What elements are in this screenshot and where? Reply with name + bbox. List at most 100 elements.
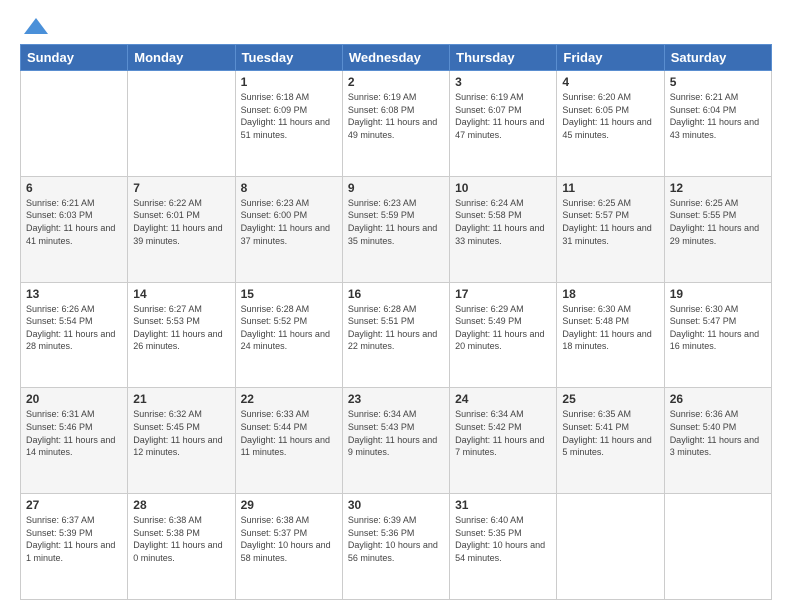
day-number: 25 — [562, 392, 658, 406]
calendar-cell: 25 Sunrise: 6:35 AMSunset: 5:41 PMDayligh… — [557, 388, 664, 494]
calendar-cell — [664, 494, 771, 600]
logo-icon — [22, 16, 50, 38]
day-number: 1 — [241, 75, 337, 89]
day-number: 6 — [26, 181, 122, 195]
calendar-cell: 30 Sunrise: 6:39 AMSunset: 5:36 PMDayligh… — [342, 494, 449, 600]
day-info: Sunrise: 6:38 AMSunset: 5:38 PMDaylight:… — [133, 514, 229, 564]
calendar-cell: 11 Sunrise: 6:25 AMSunset: 5:57 PMDayligh… — [557, 176, 664, 282]
calendar-header-row: SundayMondayTuesdayWednesdayThursdayFrid… — [21, 45, 772, 71]
calendar-week-3: 13Sunrise: 6:26 AMSunset: 5:54 PMDayligh… — [21, 282, 772, 388]
day-number: 2 — [348, 75, 444, 89]
day-number: 8 — [241, 181, 337, 195]
calendar-cell: 20Sunrise: 6:31 AMSunset: 5:46 PMDayligh… — [21, 388, 128, 494]
day-number: 28 — [133, 498, 229, 512]
calendar-week-4: 20Sunrise: 6:31 AMSunset: 5:46 PMDayligh… — [21, 388, 772, 494]
day-number: 17 — [455, 287, 551, 301]
day-info: Sunrise: 6:38 AMSunset: 5:37 PMDaylight:… — [241, 514, 337, 564]
day-number: 14 — [133, 287, 229, 301]
day-info: Sunrise: 6:28 AMSunset: 5:51 PMDaylight:… — [348, 303, 444, 353]
day-info: Sunrise: 6:19 AMSunset: 6:07 PMDaylight:… — [455, 91, 551, 141]
page: SundayMondayTuesdayWednesdayThursdayFrid… — [0, 0, 792, 612]
calendar-week-5: 27Sunrise: 6:37 AMSunset: 5:39 PMDayligh… — [21, 494, 772, 600]
day-number: 22 — [241, 392, 337, 406]
calendar-cell — [557, 494, 664, 600]
day-info: Sunrise: 6:22 AMSunset: 6:01 PMDaylight:… — [133, 197, 229, 247]
calendar-cell: 23 Sunrise: 6:34 AMSunset: 5:43 PMDayligh… — [342, 388, 449, 494]
day-number: 11 — [562, 181, 658, 195]
calendar-cell: 6 Sunrise: 6:21 AMSunset: 6:03 PMDaylight… — [21, 176, 128, 282]
calendar-cell: 7 Sunrise: 6:22 AMSunset: 6:01 PMDaylight… — [128, 176, 235, 282]
calendar-cell: 27Sunrise: 6:37 AMSunset: 5:39 PMDayligh… — [21, 494, 128, 600]
calendar: SundayMondayTuesdayWednesdayThursdayFrid… — [20, 44, 772, 600]
day-number: 16 — [348, 287, 444, 301]
day-info: Sunrise: 6:34 AMSunset: 5:42 PMDaylight:… — [455, 408, 551, 458]
weekday-header-thursday: Thursday — [450, 45, 557, 71]
day-info: Sunrise: 6:27 AMSunset: 5:53 PMDaylight:… — [133, 303, 229, 353]
day-info: Sunrise: 6:36 AMSunset: 5:40 PMDaylight:… — [670, 408, 766, 458]
calendar-cell: 17 Sunrise: 6:29 AMSunset: 5:49 PMDayligh… — [450, 282, 557, 388]
calendar-cell: 26 Sunrise: 6:36 AMSunset: 5:40 PMDayligh… — [664, 388, 771, 494]
calendar-cell: 9Sunrise: 6:23 AMSunset: 5:59 PMDaylight… — [342, 176, 449, 282]
day-number: 7 — [133, 181, 229, 195]
day-info: Sunrise: 6:34 AMSunset: 5:43 PMDaylight:… — [348, 408, 444, 458]
day-number: 4 — [562, 75, 658, 89]
calendar-cell: 31 Sunrise: 6:40 AMSunset: 5:35 PMDayligh… — [450, 494, 557, 600]
day-number: 20 — [26, 392, 122, 406]
day-number: 26 — [670, 392, 766, 406]
day-info: Sunrise: 6:33 AMSunset: 5:44 PMDaylight:… — [241, 408, 337, 458]
calendar-cell: 1 Sunrise: 6:18 AMSunset: 6:09 PMDaylight… — [235, 71, 342, 177]
calendar-cell: 2Sunrise: 6:19 AMSunset: 6:08 PMDaylight… — [342, 71, 449, 177]
day-number: 29 — [241, 498, 337, 512]
calendar-cell: 21Sunrise: 6:32 AMSunset: 5:45 PMDayligh… — [128, 388, 235, 494]
logo — [20, 16, 50, 34]
calendar-cell: 19 Sunrise: 6:30 AMSunset: 5:47 PMDayligh… — [664, 282, 771, 388]
calendar-cell: 15 Sunrise: 6:28 AMSunset: 5:52 PMDayligh… — [235, 282, 342, 388]
weekday-header-saturday: Saturday — [664, 45, 771, 71]
calendar-cell: 14 Sunrise: 6:27 AMSunset: 5:53 PMDayligh… — [128, 282, 235, 388]
day-number: 31 — [455, 498, 551, 512]
weekday-header-monday: Monday — [128, 45, 235, 71]
day-number: 30 — [348, 498, 444, 512]
day-info: Sunrise: 6:30 AMSunset: 5:47 PMDaylight:… — [670, 303, 766, 353]
day-info: Sunrise: 6:25 AMSunset: 5:57 PMDaylight:… — [562, 197, 658, 247]
day-info: Sunrise: 6:23 AMSunset: 6:00 PMDaylight:… — [241, 197, 337, 247]
calendar-cell: 4 Sunrise: 6:20 AMSunset: 6:05 PMDaylight… — [557, 71, 664, 177]
day-number: 5 — [670, 75, 766, 89]
day-number: 3 — [455, 75, 551, 89]
day-info: Sunrise: 6:25 AMSunset: 5:55 PMDaylight:… — [670, 197, 766, 247]
day-info: Sunrise: 6:29 AMSunset: 5:49 PMDaylight:… — [455, 303, 551, 353]
calendar-cell — [128, 71, 235, 177]
day-info: Sunrise: 6:20 AMSunset: 6:05 PMDaylight:… — [562, 91, 658, 141]
day-info: Sunrise: 6:30 AMSunset: 5:48 PMDaylight:… — [562, 303, 658, 353]
day-info: Sunrise: 6:35 AMSunset: 5:41 PMDaylight:… — [562, 408, 658, 458]
day-info: Sunrise: 6:24 AMSunset: 5:58 PMDaylight:… — [455, 197, 551, 247]
calendar-cell: 24Sunrise: 6:34 AMSunset: 5:42 PMDayligh… — [450, 388, 557, 494]
day-info: Sunrise: 6:37 AMSunset: 5:39 PMDaylight:… — [26, 514, 122, 564]
day-info: Sunrise: 6:32 AMSunset: 5:45 PMDaylight:… — [133, 408, 229, 458]
calendar-cell: 5 Sunrise: 6:21 AMSunset: 6:04 PMDaylight… — [664, 71, 771, 177]
day-info: Sunrise: 6:40 AMSunset: 5:35 PMDaylight:… — [455, 514, 551, 564]
day-number: 12 — [670, 181, 766, 195]
calendar-cell: 18 Sunrise: 6:30 AMSunset: 5:48 PMDayligh… — [557, 282, 664, 388]
calendar-week-2: 6 Sunrise: 6:21 AMSunset: 6:03 PMDaylight… — [21, 176, 772, 282]
day-info: Sunrise: 6:26 AMSunset: 5:54 PMDaylight:… — [26, 303, 122, 353]
calendar-cell — [21, 71, 128, 177]
day-number: 23 — [348, 392, 444, 406]
day-info: Sunrise: 6:18 AMSunset: 6:09 PMDaylight:… — [241, 91, 337, 141]
day-info: Sunrise: 6:21 AMSunset: 6:03 PMDaylight:… — [26, 197, 122, 247]
calendar-cell: 10Sunrise: 6:24 AMSunset: 5:58 PMDayligh… — [450, 176, 557, 282]
day-info: Sunrise: 6:21 AMSunset: 6:04 PMDaylight:… — [670, 91, 766, 141]
weekday-header-sunday: Sunday — [21, 45, 128, 71]
calendar-cell: 16 Sunrise: 6:28 AMSunset: 5:51 PMDayligh… — [342, 282, 449, 388]
day-number: 15 — [241, 287, 337, 301]
calendar-cell: 8 Sunrise: 6:23 AMSunset: 6:00 PMDaylight… — [235, 176, 342, 282]
day-number: 18 — [562, 287, 658, 301]
calendar-cell: 22 Sunrise: 6:33 AMSunset: 5:44 PMDayligh… — [235, 388, 342, 494]
calendar-cell: 3 Sunrise: 6:19 AMSunset: 6:07 PMDaylight… — [450, 71, 557, 177]
day-info: Sunrise: 6:28 AMSunset: 5:52 PMDaylight:… — [241, 303, 337, 353]
header — [20, 16, 772, 34]
weekday-header-friday: Friday — [557, 45, 664, 71]
weekday-header-tuesday: Tuesday — [235, 45, 342, 71]
day-info: Sunrise: 6:39 AMSunset: 5:36 PMDaylight:… — [348, 514, 444, 564]
day-number: 19 — [670, 287, 766, 301]
